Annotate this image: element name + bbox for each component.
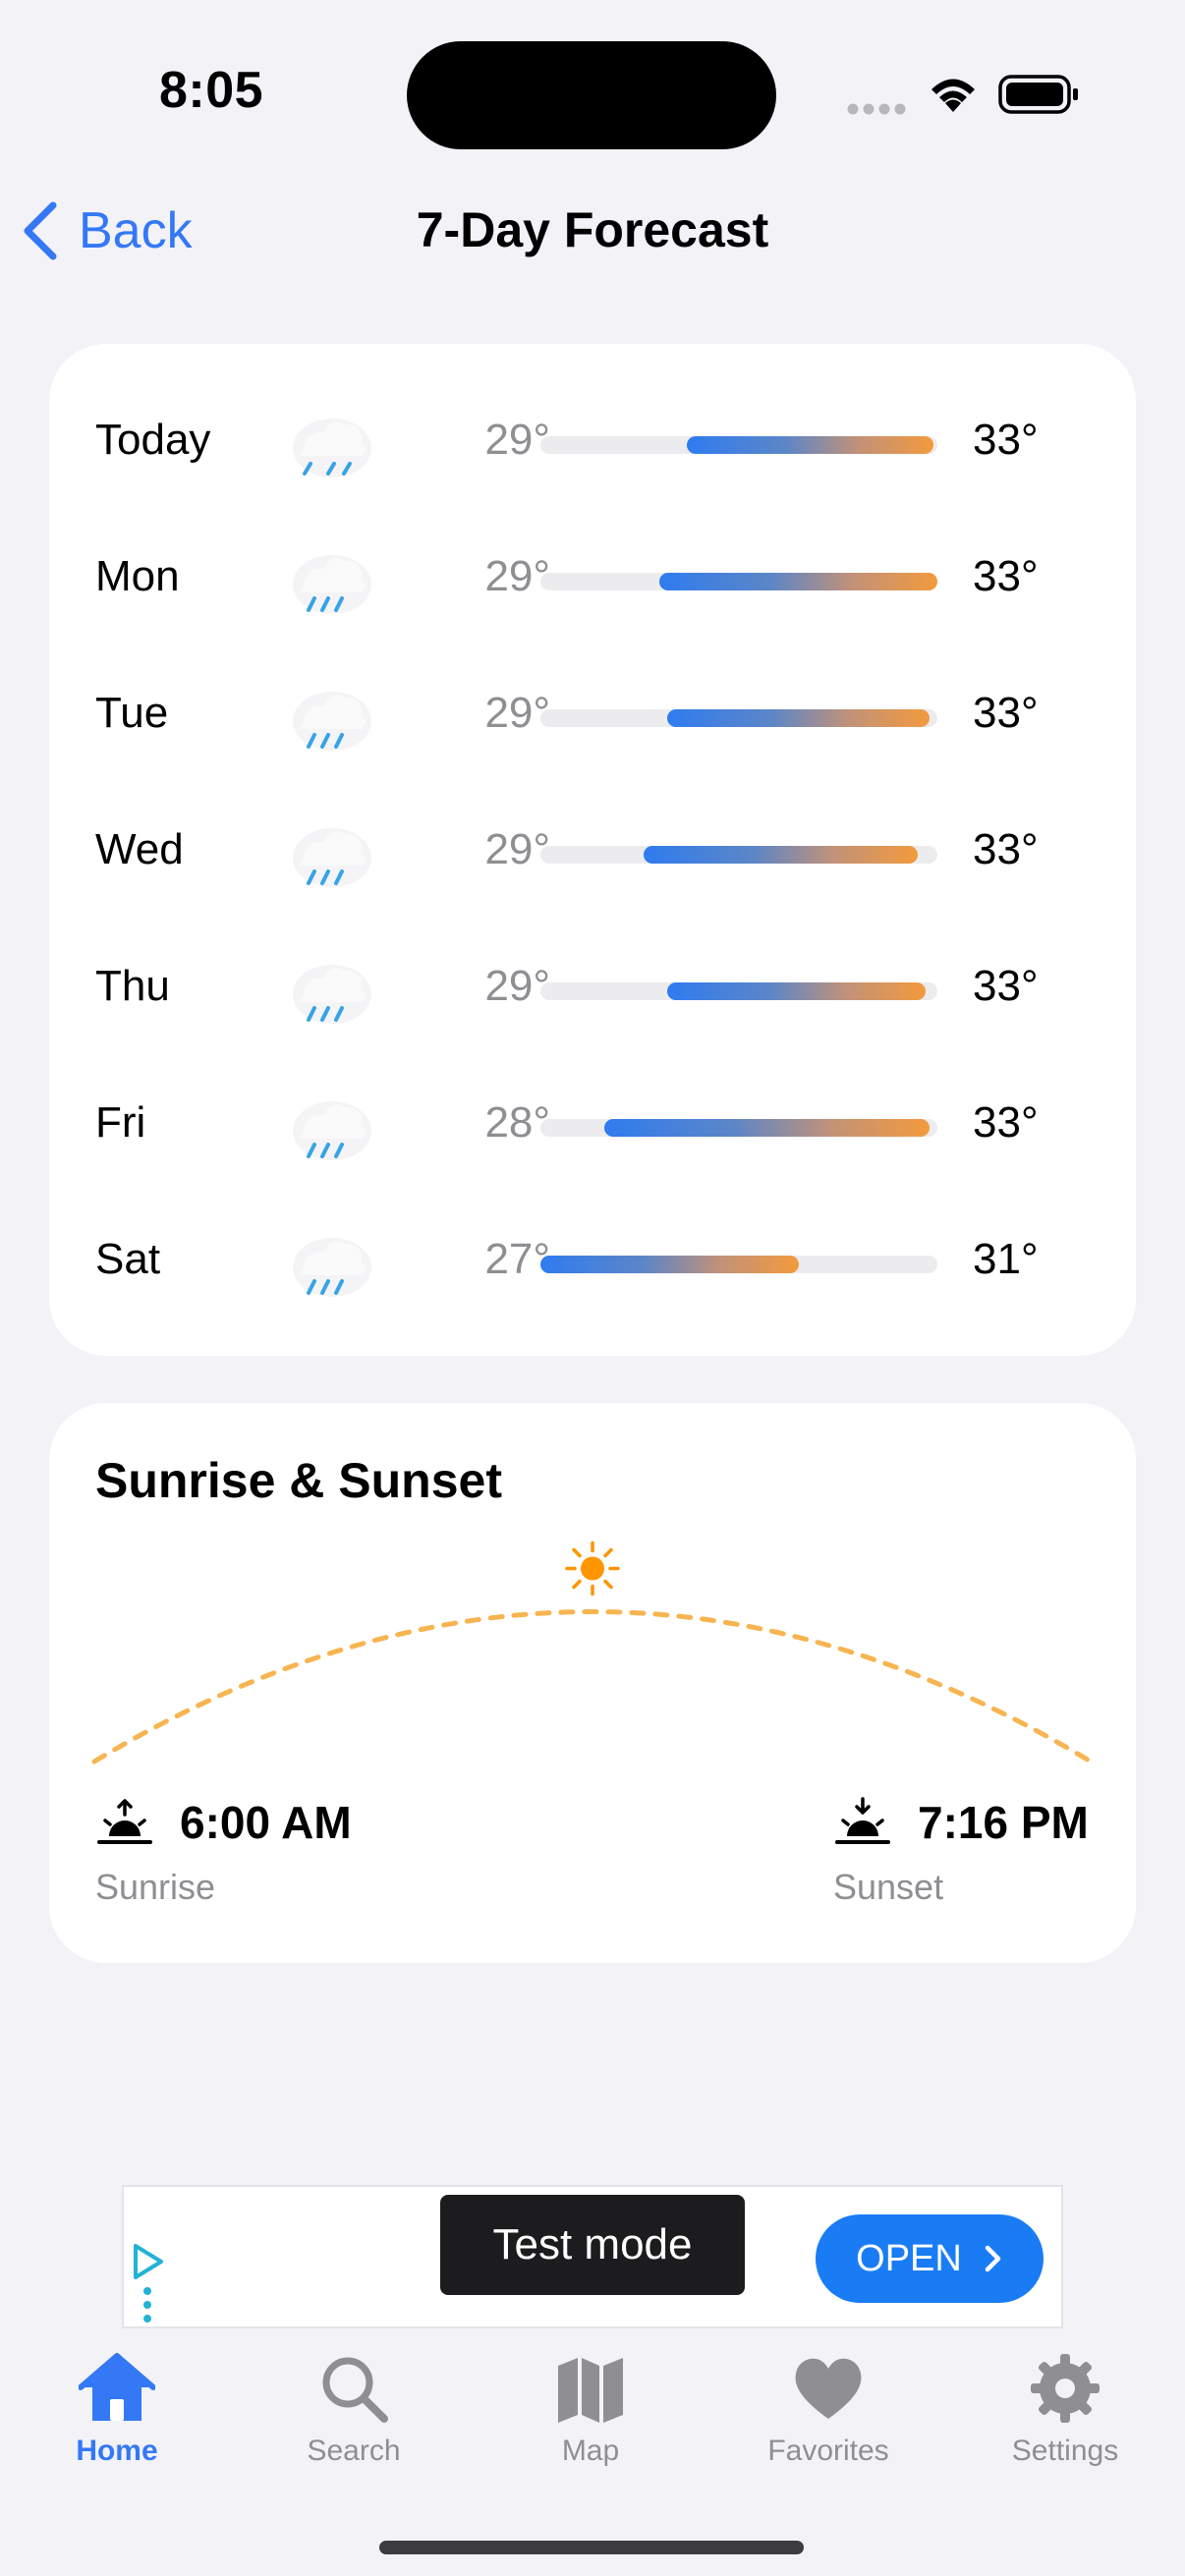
cellular-signal-icon	[847, 103, 906, 115]
forecast-row[interactable]: Mon 29° 33°	[49, 508, 1136, 644]
tab-bar: Home Search Map Favorites Settings	[0, 2338, 1185, 2476]
tab-label: Favorites	[767, 2435, 889, 2467]
temp-range-fill	[644, 846, 918, 864]
temp-low: 29°	[484, 552, 550, 600]
temp-range-bar	[540, 1119, 937, 1137]
sun-icon	[565, 1540, 620, 1596]
day-name: Today	[95, 416, 211, 464]
tab-search[interactable]: Search	[255, 2338, 452, 2476]
sun-arc-path	[91, 1609, 1094, 1764]
tab-map[interactable]: Map	[492, 2338, 689, 2476]
temp-range-fill	[667, 982, 926, 1000]
forecast-card: Today 29° 33° Mon 29° 33° Tue 29° 33° We…	[49, 344, 1136, 1356]
temp-low: 27°	[484, 1235, 550, 1283]
ad-choices-icon[interactable]	[128, 2240, 167, 2326]
gear-icon	[1031, 2354, 1100, 2423]
rain-icon	[293, 1101, 371, 1160]
house-icon	[79, 2353, 155, 2421]
tab-settings[interactable]: Settings	[967, 2338, 1163, 2476]
temp-range-bar	[540, 846, 937, 864]
forecast-row[interactable]: Wed 29° 33°	[49, 781, 1136, 918]
ad-open-button[interactable]: OPEN	[816, 2214, 1044, 2303]
heart-icon	[795, 2358, 862, 2419]
temp-range-bar	[540, 982, 937, 1000]
dynamic-island	[407, 41, 776, 149]
forecast-row[interactable]: Sat 27° 31°	[49, 1191, 1136, 1327]
home-indicator	[379, 2541, 804, 2554]
ad-open-label: OPEN	[856, 2237, 962, 2279]
temp-high: 33°	[973, 552, 1039, 600]
temp-high: 33°	[973, 825, 1039, 873]
tab-favorites[interactable]: Favorites	[730, 2338, 927, 2476]
tab-label: Home	[76, 2435, 158, 2467]
temp-low: 29°	[484, 825, 550, 873]
battery-icon	[998, 75, 1078, 114]
sunset-block: 7:16 PM Sunset	[833, 1796, 1089, 1908]
temp-range-fill	[540, 1256, 799, 1273]
page-title: 7-Day Forecast	[416, 202, 769, 257]
temp-high: 33°	[973, 962, 1039, 1010]
rain-icon	[293, 555, 371, 614]
map-icon	[558, 2358, 623, 2423]
day-name: Mon	[95, 552, 180, 600]
rain-icon	[293, 1238, 371, 1297]
wifi-icon	[931, 79, 975, 112]
temp-range-bar	[540, 709, 937, 727]
temp-low: 29°	[484, 416, 550, 464]
temp-high: 33°	[973, 416, 1039, 464]
magnifier-icon	[322, 2357, 388, 2423]
day-name: Tue	[95, 689, 169, 737]
sunset-time: 7:16 PM	[918, 1797, 1089, 1848]
rain-icon	[293, 419, 371, 477]
temp-high: 31°	[973, 1235, 1039, 1283]
sunset-icon	[835, 1797, 890, 1844]
sunrise-block: 6:00 AM Sunrise	[95, 1796, 352, 1908]
status-time: 8:05	[159, 62, 264, 119]
tab-home[interactable]: Home	[19, 2338, 215, 2476]
sunrise-label: Sunrise	[95, 1867, 216, 1907]
temp-range-bar	[540, 573, 937, 590]
sunrise-time: 6:00 AM	[180, 1797, 352, 1848]
tab-label: Search	[307, 2435, 401, 2467]
rain-icon	[293, 692, 371, 751]
temp-range-bar	[540, 1256, 937, 1273]
ad-banner[interactable]: Test mode OPEN	[122, 2185, 1063, 2328]
status-bar: 8:05	[0, 0, 1185, 187]
tab-label: Map	[561, 2435, 620, 2467]
temp-range-bar	[540, 436, 937, 454]
temp-high: 33°	[973, 689, 1039, 737]
forecast-row[interactable]: Fri 28° 33°	[49, 1054, 1136, 1191]
day-name: Thu	[95, 962, 170, 1010]
tab-label: Settings	[1011, 2435, 1119, 2467]
temp-low: 28°	[484, 1098, 550, 1147]
test-mode-badge: Test mode	[440, 2195, 745, 2295]
temp-range-fill	[687, 436, 933, 454]
day-name: Wed	[95, 825, 184, 873]
temp-range-fill	[659, 573, 937, 590]
chevron-right-icon	[985, 2245, 1001, 2272]
temp-low: 29°	[484, 962, 550, 1010]
temp-range-fill	[667, 709, 930, 727]
rain-icon	[293, 965, 371, 1024]
sunset-label: Sunset	[833, 1867, 944, 1907]
rain-icon	[293, 828, 371, 887]
temp-low: 29°	[484, 689, 550, 737]
sunrise-icon	[97, 1799, 152, 1844]
temp-high: 33°	[973, 1098, 1039, 1147]
sun-card: Sunrise & Sunset 6:00 AM Sunrise 7:16 PM…	[49, 1403, 1136, 1963]
forecast-row[interactable]: Tue 29° 33°	[49, 644, 1136, 781]
forecast-row[interactable]: Today 29° 33°	[49, 371, 1136, 508]
day-name: Sat	[95, 1235, 161, 1283]
forecast-row[interactable]: Thu 29° 33°	[49, 918, 1136, 1054]
temp-range-fill	[603, 1119, 930, 1137]
day-name: Fri	[95, 1098, 146, 1147]
